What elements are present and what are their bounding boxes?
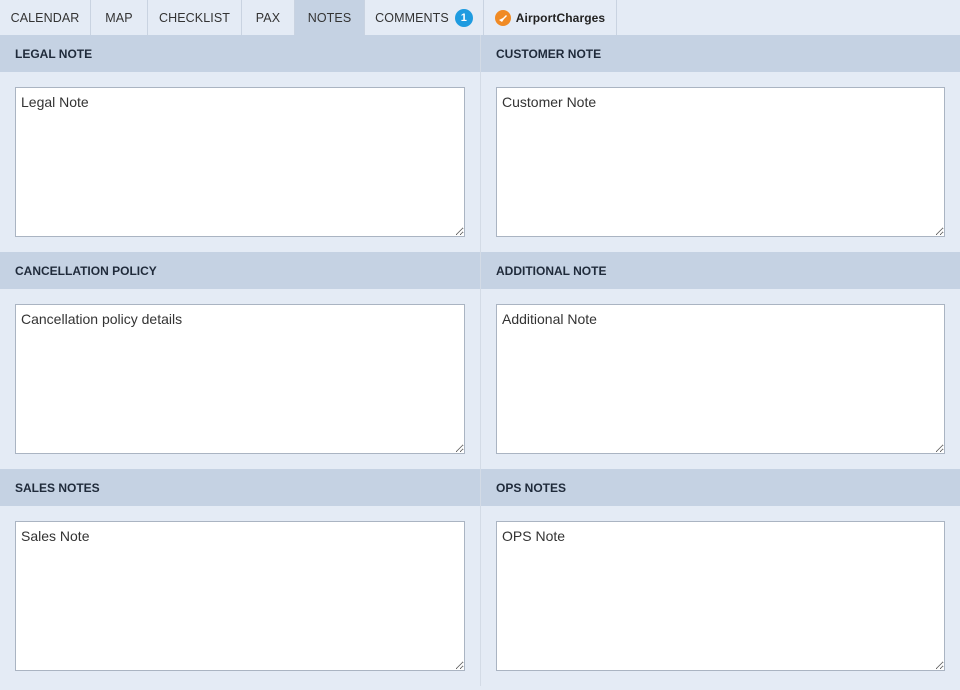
tab-label: CALENDAR	[10, 10, 80, 25]
section-header-additional-note: ADDITIONAL NOTE	[481, 252, 960, 289]
ops-note-textarea[interactable]: OPS Note	[496, 521, 945, 671]
tab-map[interactable]: MAP	[91, 0, 148, 35]
tab-label: PAX	[255, 10, 281, 25]
section-header-ops-notes: OPS NOTES	[481, 469, 960, 506]
tab-pax[interactable]: PAX	[242, 0, 295, 35]
section-body-cancellation-policy: Cancellation policy details	[0, 289, 480, 469]
section-body-ops-notes: OPS Note	[481, 506, 960, 686]
section-header-sales-notes: SALES NOTES	[0, 469, 480, 506]
section-header-legal-note: LEGAL NOTE	[0, 35, 480, 72]
notes-column-right: CUSTOMER NOTE Customer Note ADDITIONAL N…	[480, 35, 960, 686]
section-header-cancellation-policy: CANCELLATION POLICY	[0, 252, 480, 289]
section-body-additional-note: Additional Note	[481, 289, 960, 469]
comments-count-badge: 1	[454, 8, 473, 27]
section-body-legal-note: Legal Note	[0, 72, 480, 252]
additional-note-textarea[interactable]: Additional Note	[496, 304, 945, 454]
section-body-sales-notes: Sales Note	[0, 506, 480, 686]
section-header-customer-note: CUSTOMER NOTE	[481, 35, 960, 72]
customer-note-textarea[interactable]: Customer Note	[496, 87, 945, 237]
cancellation-policy-textarea[interactable]: Cancellation policy details	[15, 304, 465, 454]
tab-label: NOTES	[307, 10, 352, 25]
tab-checklist[interactable]: CHECKLIST	[148, 0, 242, 35]
tab-label: AirportCharges	[515, 10, 606, 25]
section-body-customer-note: Customer Note	[481, 72, 960, 252]
tab-label: MAP	[105, 10, 133, 25]
tab-notes[interactable]: NOTES	[295, 0, 365, 35]
tab-label: COMMENTS	[375, 10, 449, 25]
tab-airport-charges[interactable]: AirportCharges	[484, 0, 617, 35]
tab-comments[interactable]: COMMENTS 1	[365, 0, 484, 35]
sales-note-textarea[interactable]: Sales Note	[15, 521, 465, 671]
airport-charges-logo-icon	[494, 9, 511, 26]
tab-calendar[interactable]: CALENDAR	[0, 0, 91, 35]
notes-column-left: LEGAL NOTE Legal Note CANCELLATION POLIC…	[0, 35, 480, 686]
tab-bar: CALENDAR MAP CHECKLIST PAX NOTES COMMENT…	[0, 0, 960, 35]
notes-grid: LEGAL NOTE Legal Note CANCELLATION POLIC…	[0, 35, 960, 686]
tab-label: CHECKLIST	[158, 10, 231, 25]
legal-note-textarea[interactable]: Legal Note	[15, 87, 465, 237]
